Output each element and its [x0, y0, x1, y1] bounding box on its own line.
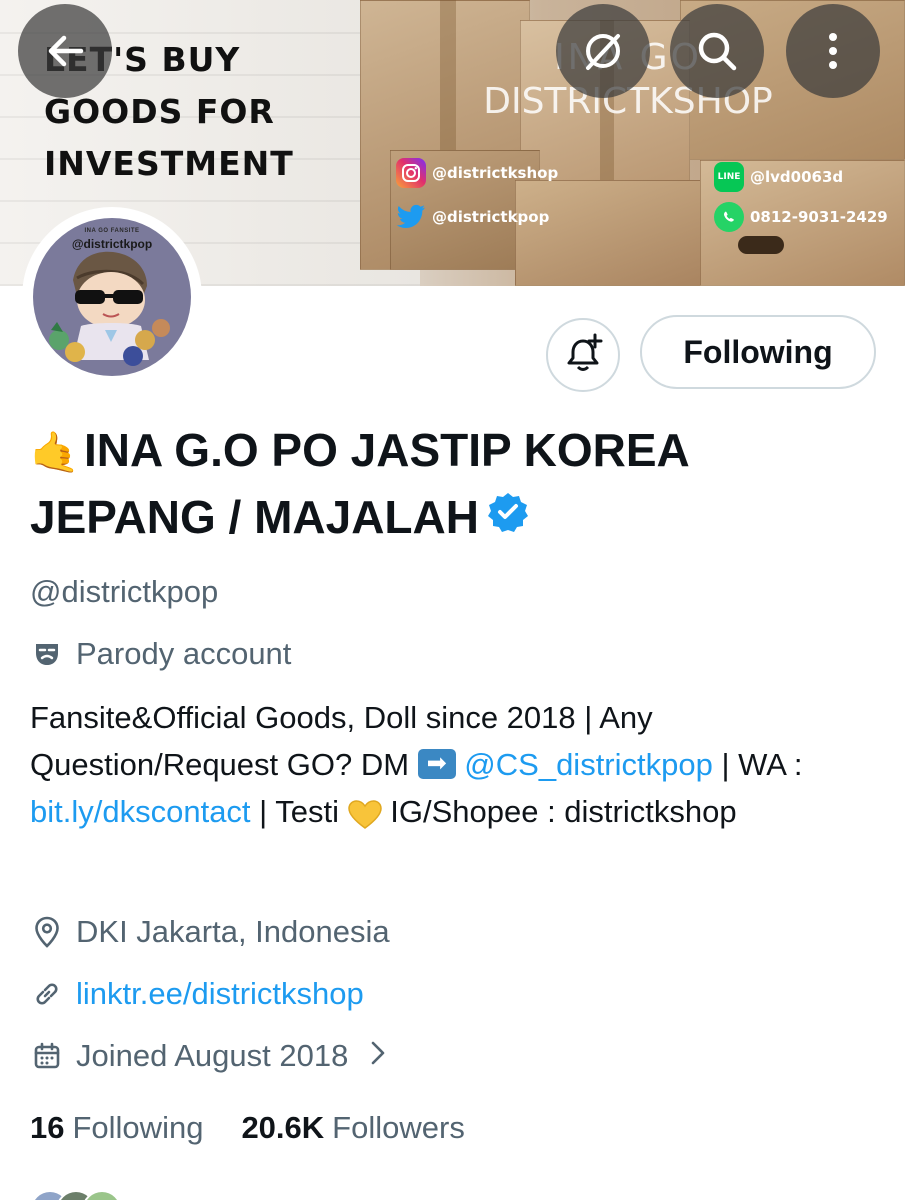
following-count: 16	[30, 1110, 65, 1145]
mini-avatar	[82, 1190, 122, 1200]
follow-stats: 16 Following 20.6K Followers	[30, 1110, 465, 1146]
back-arrow-icon	[43, 29, 87, 73]
bio-text: | WA :	[712, 747, 803, 782]
parody-label: Parody account	[30, 636, 291, 672]
yellow-heart-emoji	[347, 796, 382, 829]
banner-box-handle	[738, 236, 784, 254]
joined-date[interactable]: Joined August 2018	[30, 1038, 386, 1074]
followers-stat[interactable]: 20.6K Followers	[241, 1110, 464, 1146]
twitter-bird-icon	[396, 202, 426, 232]
banner-slogan-line: GOODS FOR	[44, 92, 275, 131]
bio-text: IG/Shopee : districtkshop	[381, 794, 737, 829]
display-name: 🤙INA G.O PO JASTIP KOREA JEPANG / MAJALA…	[30, 418, 880, 553]
instagram-icon	[396, 158, 426, 188]
followers-label: Followers	[332, 1110, 465, 1145]
following-stat[interactable]: 16 Following	[30, 1110, 203, 1146]
profile-bio: Fansite&Official Goods, Doll since 2018 …	[30, 694, 870, 835]
banner-whatsapp: 0812-9031-2429	[714, 202, 888, 232]
avatar[interactable]: INA GO FANSITE @districtkpop	[33, 218, 191, 376]
grok-icon	[580, 28, 626, 74]
whatsapp-icon	[714, 202, 744, 232]
banner-line-id: @lvd0063d	[750, 168, 844, 186]
user-handle: @districtkpop	[30, 574, 219, 609]
line-app-icon: LINE	[714, 162, 744, 192]
notifications-button[interactable]	[546, 318, 620, 392]
bio-text: | Testi	[250, 794, 348, 829]
back-button[interactable]	[18, 4, 112, 98]
followed-by-avatars[interactable]	[30, 1190, 122, 1200]
banner-tape	[440, 0, 456, 150]
more-button[interactable]	[786, 4, 880, 98]
parody-label-text: Parody account	[76, 636, 292, 671]
chevron-right-icon	[370, 1038, 386, 1074]
banner-twitter: @districtkpop	[396, 202, 549, 232]
banner-box	[515, 180, 705, 286]
right-arrow-emoji: ➡	[417, 748, 456, 779]
website-link[interactable]: linktr.ee/districtkshop	[76, 976, 364, 1012]
more-vertical-icon	[827, 29, 839, 73]
display-name-text: INA G.O PO JASTIP KOREA JEPANG / MAJALAH	[30, 424, 689, 543]
location-text: DKI Jakarta, Indonesia	[76, 914, 390, 949]
banner-instagram: @districtkshop	[396, 158, 558, 188]
grok-button[interactable]	[556, 4, 650, 98]
call-me-hand-emoji: 🤙	[30, 431, 80, 475]
followers-count: 20.6K	[241, 1110, 325, 1145]
theater-mask-icon	[30, 637, 64, 671]
search-button[interactable]	[670, 4, 764, 98]
joined-text: Joined August 2018	[76, 1038, 349, 1073]
banner-instagram-handle: @districtkshop	[432, 164, 559, 182]
following-button[interactable]: Following	[640, 315, 876, 389]
banner-twitter-handle: @districtkpop	[432, 208, 550, 226]
avatar-illustration	[49, 251, 170, 366]
verified-badge-icon[interactable]	[487, 485, 529, 549]
location-pin-icon	[30, 915, 64, 949]
calendar-icon	[30, 1039, 64, 1073]
bio-mention-link[interactable]: @CS_districtkpop	[464, 747, 713, 782]
following-label: Following	[72, 1110, 204, 1145]
location: DKI Jakarta, Indonesia	[30, 914, 390, 950]
banner-line: LINE @lvd0063d	[714, 162, 843, 192]
bell-plus-icon	[561, 331, 605, 380]
banner-slogan-line: INVESTMENT	[44, 144, 294, 183]
search-icon	[694, 28, 740, 74]
bio-url-link[interactable]: bit.ly/dkscontact	[30, 794, 251, 829]
banner-whatsapp-number: 0812-9031-2429	[750, 208, 888, 226]
website: linktr.ee/districtkshop	[30, 976, 364, 1012]
link-icon	[30, 977, 64, 1011]
